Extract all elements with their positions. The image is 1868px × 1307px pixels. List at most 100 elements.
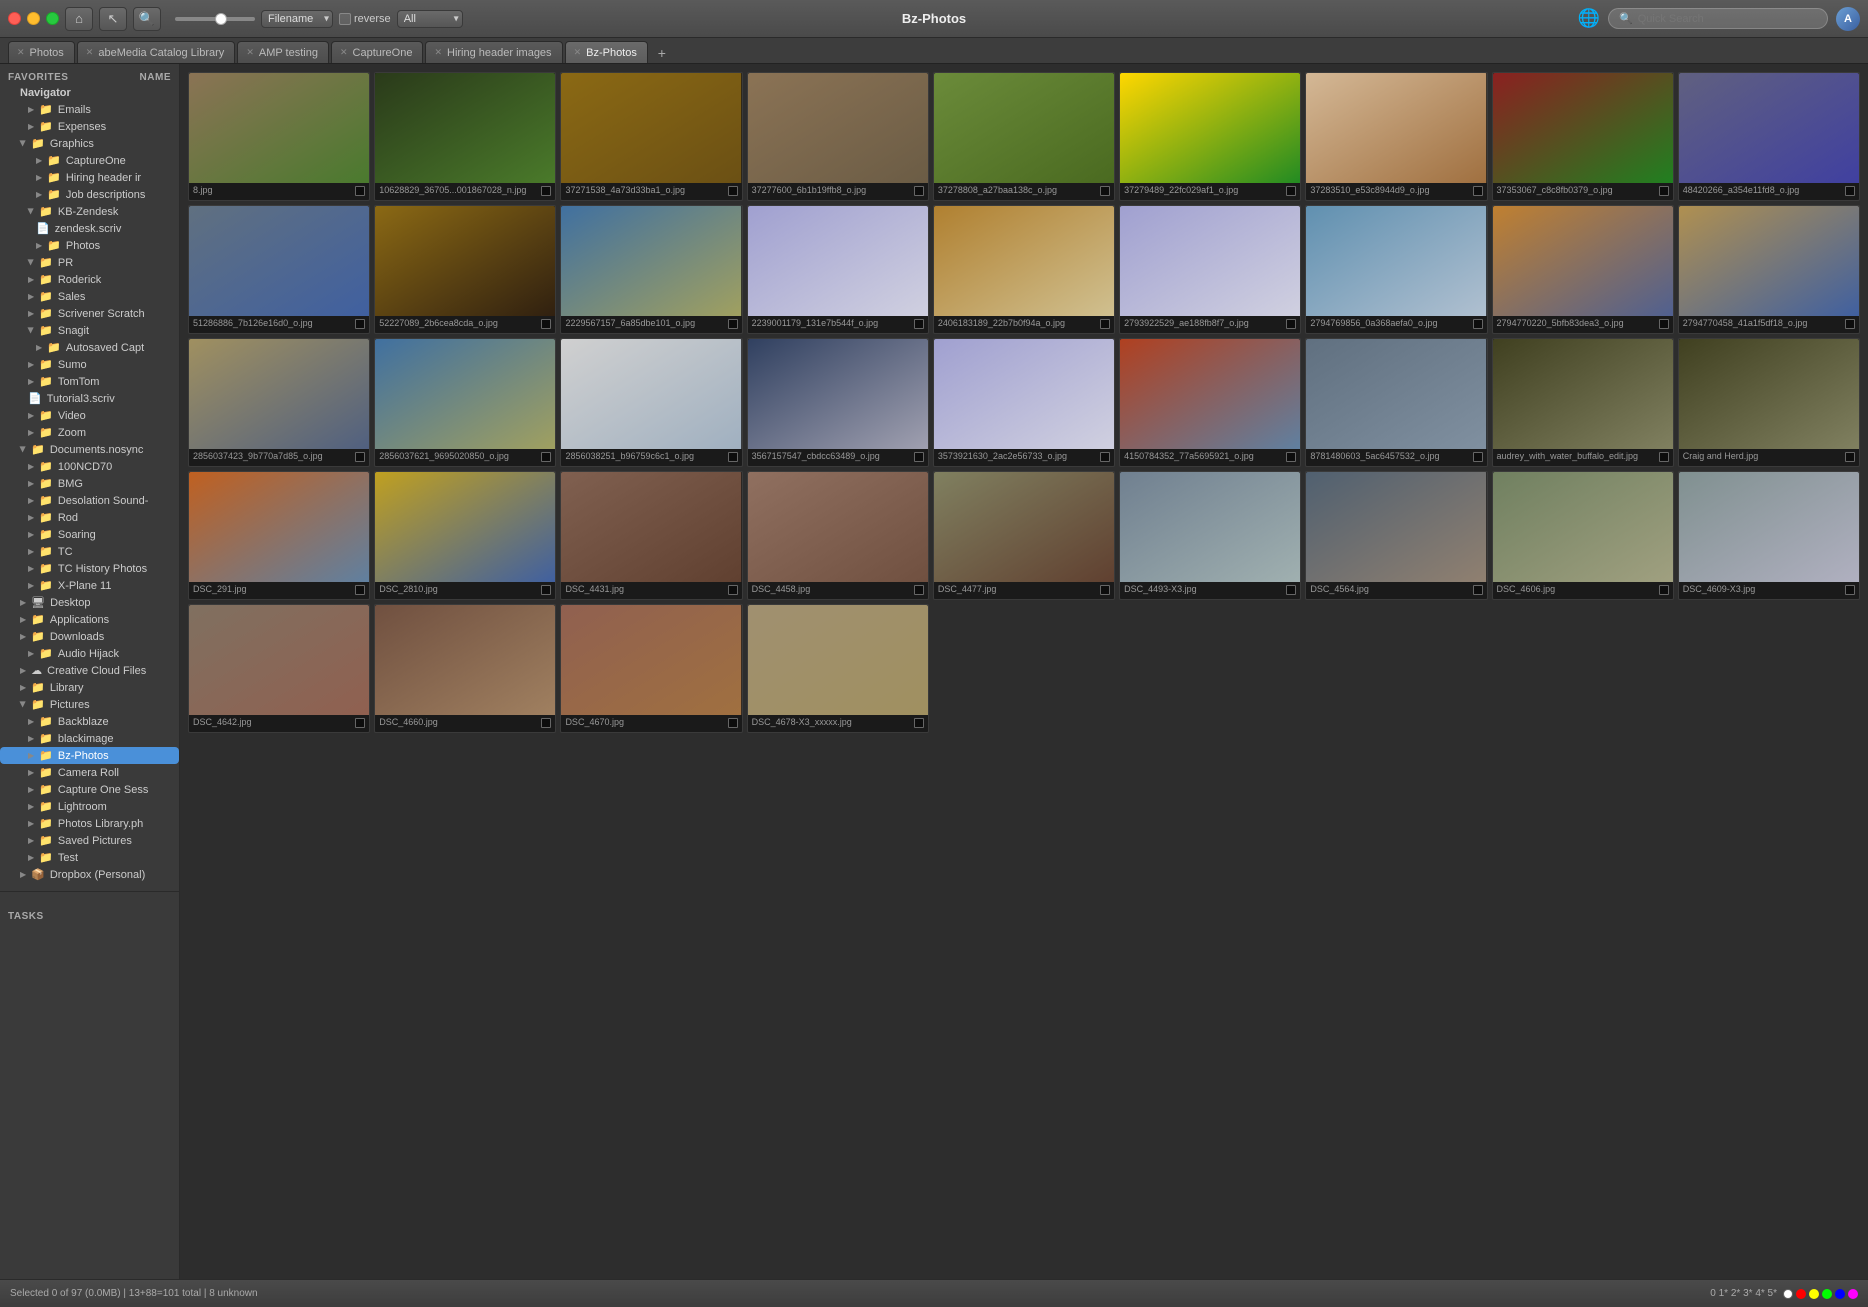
avatar[interactable]: A [1836, 7, 1860, 31]
photo-check-0[interactable] [355, 186, 365, 196]
color-dot-blue[interactable] [1835, 1289, 1845, 1299]
photo-cell-25[interactable]: audrey_with_water_buffalo_edit.jpg [1492, 338, 1674, 467]
name-sort-label[interactable]: Name [140, 72, 171, 83]
sidebar-item-autosaved[interactable]: ▶ 📁 Autosaved Capt [0, 339, 179, 356]
photo-check-10[interactable] [541, 319, 551, 329]
photo-cell-7[interactable]: 37353067_c8c8fb0379_o.jpg [1492, 72, 1674, 201]
sidebar-item-pictures[interactable]: ▶ 📁 Pictures [0, 696, 179, 713]
photo-cell-30[interactable]: DSC_4458.jpg [747, 471, 929, 600]
color-dot-purple[interactable] [1848, 1289, 1858, 1299]
tab-bzphotos[interactable]: ✕ Bz-Photos [565, 41, 648, 63]
photo-check-19[interactable] [541, 452, 551, 462]
photo-check-26[interactable] [1845, 452, 1855, 462]
photo-cell-39[interactable]: DSC_4678-X3_xxxxx.jpg [747, 604, 929, 733]
photo-check-18[interactable] [355, 452, 365, 462]
photo-cell-34[interactable]: DSC_4606.jpg [1492, 471, 1674, 600]
photo-cell-12[interactable]: 2239001179_131e7b544f_o.jpg [747, 205, 929, 334]
photo-check-34[interactable] [1659, 585, 1669, 595]
maximize-button[interactable] [46, 12, 59, 25]
photo-check-11[interactable] [728, 319, 738, 329]
sidebar-item-creativecloud[interactable]: ▶ ☁ Creative Cloud Files [0, 662, 179, 679]
photo-check-27[interactable] [355, 585, 365, 595]
tab-close-captureone[interactable]: ✕ [340, 47, 348, 58]
tab-close-photos[interactable]: ✕ [17, 47, 25, 58]
photo-cell-15[interactable]: 2794769856_0a368aefa0_o.jpg [1305, 205, 1487, 334]
sidebar-item-bmg[interactable]: ▶ 📁 BMG [0, 475, 179, 492]
photo-check-2[interactable] [728, 186, 738, 196]
photo-cell-28[interactable]: DSC_2810.jpg [374, 471, 556, 600]
photo-check-32[interactable] [1286, 585, 1296, 595]
photo-cell-9[interactable]: 51286886_7b126e16d0_o.jpg [188, 205, 370, 334]
photo-cell-3[interactable]: 37277600_6b1b19ffb8_o.jpg [747, 72, 929, 201]
photo-check-25[interactable] [1659, 452, 1669, 462]
photo-cell-22[interactable]: 3573921630_2ac2e56733_o.jpg [933, 338, 1115, 467]
sidebar-item-tutorial3[interactable]: 📄 Tutorial3.scriv [0, 390, 179, 407]
minimize-button[interactable] [27, 12, 40, 25]
reverse-checkbox[interactable] [339, 13, 351, 25]
sidebar-item-zendesk-scriv[interactable]: 📄 zendesk.scriv [0, 220, 179, 237]
tab-close-bzphotos[interactable]: ✕ [574, 47, 582, 58]
photo-check-37[interactable] [541, 718, 551, 728]
photo-check-33[interactable] [1473, 585, 1483, 595]
photo-cell-36[interactable]: DSC_4642.jpg [188, 604, 370, 733]
photo-cell-24[interactable]: 8781480603_5ac6457532_o.jpg [1305, 338, 1487, 467]
sidebar-item-hiring[interactable]: ▶ 📁 Hiring header ir [0, 169, 179, 186]
color-dot-white[interactable] [1783, 1289, 1793, 1299]
sidebar-item-applications[interactable]: ▶ 📁 Applications [0, 611, 179, 628]
tab-amp[interactable]: ✕ AMP testing [237, 41, 329, 63]
sidebar-item-downloads[interactable]: ▶ 📁 Downloads [0, 628, 179, 645]
photo-cell-2[interactable]: 37271538_4a73d33ba1_o.jpg [560, 72, 742, 201]
sidebar-item-backblaze[interactable]: ▶ 📁 Backblaze [0, 713, 179, 730]
photo-check-15[interactable] [1473, 319, 1483, 329]
photo-check-30[interactable] [914, 585, 924, 595]
sidebar-item-100ncd70[interactable]: ▶ 📁 100NCD70 [0, 458, 179, 475]
photo-check-9[interactable] [355, 319, 365, 329]
new-tab-button[interactable]: + [652, 43, 672, 63]
sidebar-item-library[interactable]: ▶ 📁 Library [0, 679, 179, 696]
photo-check-6[interactable] [1473, 186, 1483, 196]
close-button[interactable] [8, 12, 21, 25]
photo-cell-11[interactable]: 2229567157_6a85dbe101_o.jpg [560, 205, 742, 334]
photo-cell-32[interactable]: DSC_4493-X3.jpg [1119, 471, 1301, 600]
sidebar-item-roderick[interactable]: ▶ 📁 Roderick [0, 271, 179, 288]
photo-check-28[interactable] [541, 585, 551, 595]
sidebar-item-desolation[interactable]: ▶ 📁 Desolation Sound- [0, 492, 179, 509]
tab-hiring[interactable]: ✕ Hiring header images [425, 41, 562, 63]
sidebar-item-bzphotos[interactable]: ▶ 📁 Bz-Photos [0, 747, 179, 764]
photo-check-4[interactable] [1100, 186, 1110, 196]
sidebar-item-kbzendesk[interactable]: ▶ 📁 KB-Zendesk [0, 203, 179, 220]
photo-check-21[interactable] [914, 452, 924, 462]
sidebar-item-desktop[interactable]: ▶ 🖥 Desktop [0, 594, 179, 611]
sidebar-item-blackimage[interactable]: ▶ 📁 blackimage [0, 730, 179, 747]
sort-select[interactable]: Filename Date Size [261, 10, 333, 28]
color-dot-red[interactable] [1796, 1289, 1806, 1299]
sidebar-item-cameraroll[interactable]: ▶ 📁 Camera Roll [0, 764, 179, 781]
photo-cell-23[interactable]: 4150784352_77a5695921_o.jpg [1119, 338, 1301, 467]
photo-cell-19[interactable]: 2856037621_9695020850_o.jpg [374, 338, 556, 467]
sidebar-item-tchistory[interactable]: ▶ 📁 TC History Photos [0, 560, 179, 577]
sidebar-item-xplane[interactable]: ▶ 📁 X-Plane 11 [0, 577, 179, 594]
sidebar-item-sumo[interactable]: ▶ 📁 Sumo [0, 356, 179, 373]
photo-cell-0[interactable]: 8.jpg [188, 72, 370, 201]
sidebar-item-captureonesess[interactable]: ▶ 📁 Capture One Sess [0, 781, 179, 798]
sidebar-item-scrivener[interactable]: ▶ 📁 Scrivener Scratch [0, 305, 179, 322]
photo-cell-38[interactable]: DSC_4670.jpg [560, 604, 742, 733]
photo-check-8[interactable] [1845, 186, 1855, 196]
photo-check-35[interactable] [1845, 585, 1855, 595]
tab-captureone[interactable]: ✕ CaptureOne [331, 41, 423, 63]
tab-abemedia[interactable]: ✕ abeMedia Catalog Library [77, 41, 236, 63]
photo-cell-26[interactable]: Craig and Herd.jpg [1678, 338, 1860, 467]
sidebar-item-photos-sub[interactable]: ▶ 📁 Photos [0, 237, 179, 254]
sidebar-item-photoslibrary[interactable]: ▶ 📁 Photos Library.ph [0, 815, 179, 832]
photo-check-17[interactable] [1845, 319, 1855, 329]
sidebar-item-dropbox[interactable]: ▶ 📦 Dropbox (Personal) [0, 866, 179, 883]
tab-close-amp[interactable]: ✕ [246, 47, 254, 58]
sidebar-item-docnosync[interactable]: ▶ 📁 Documents.nosync [0, 441, 179, 458]
photo-cell-13[interactable]: 2406183189_22b7b0f94a_o.jpg [933, 205, 1115, 334]
photo-check-20[interactable] [728, 452, 738, 462]
photo-cell-18[interactable]: 2856037423_9b770a7d85_o.jpg [188, 338, 370, 467]
photo-cell-31[interactable]: DSC_4477.jpg [933, 471, 1115, 600]
color-dot-yellow[interactable] [1809, 1289, 1819, 1299]
search-input[interactable] [1638, 13, 1808, 25]
photo-check-39[interactable] [914, 718, 924, 728]
